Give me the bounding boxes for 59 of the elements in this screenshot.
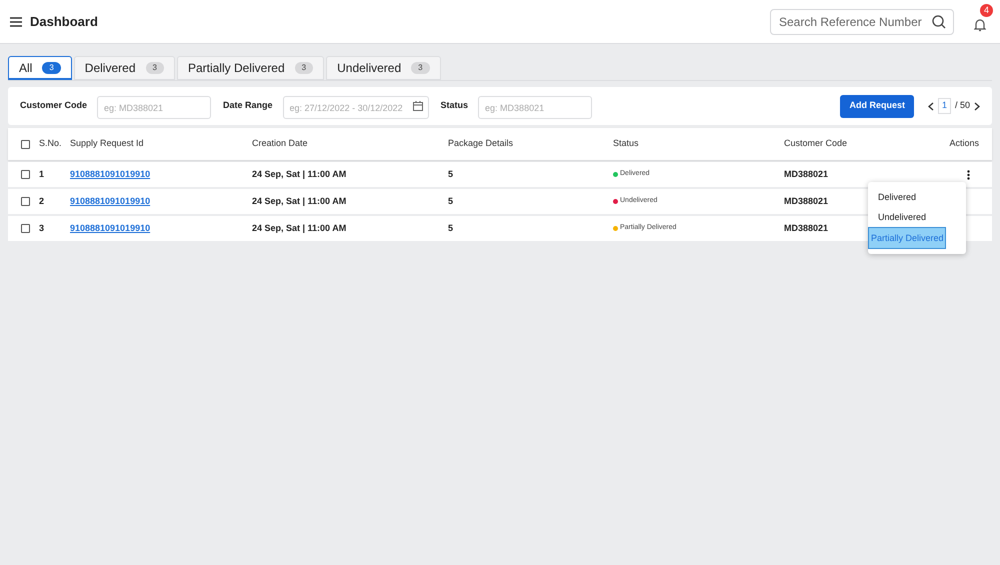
tab[interactable]: Partially Delivered 3 <box>176 56 324 80</box>
filter-label: Date Range <box>223 99 273 112</box>
menu-item[interactable]: Delivered <box>878 187 916 207</box>
filter-label: Status <box>440 99 468 112</box>
tab[interactable]: Undelivered 3 <box>326 56 441 80</box>
bell-icon[interactable] <box>974 18 986 32</box>
tab-label: All <box>19 60 32 76</box>
table-cell-text: 24 Sep, Sat | 11:00 AM <box>252 194 348 208</box>
table-cell: MD388021 <box>784 222 828 233</box>
column-header: Actions <box>948 137 979 150</box>
column-header: Customer Code <box>784 137 848 150</box>
menu-icon[interactable] <box>10 16 22 26</box>
add-request-button[interactable]: Add Request <box>840 94 914 118</box>
filter-label: Customer Code <box>20 99 88 112</box>
table-cell-text: 5 <box>448 194 454 208</box>
column-header: Supply Request Id <box>70 137 145 150</box>
request-id-link[interactable]: 9108881091019910 <box>70 196 150 206</box>
table-cell-text: 5 <box>448 168 454 181</box>
search-icon[interactable] <box>932 14 946 28</box>
count-badge: 3 <box>42 62 61 74</box>
table-cell: MD388021 <box>784 168 828 179</box>
count-badge: 3 <box>294 62 314 74</box>
checkbox[interactable] <box>21 170 30 179</box>
page-title: Dashboard <box>30 12 98 31</box>
filter-field[interactable]: eg: MD388021 <box>97 96 212 119</box>
page-total: / 50 <box>954 99 970 112</box>
filter-field[interactable]: eg: 27/12/2022 - 30/12/2022 <box>282 96 429 119</box>
more-icon[interactable] <box>967 170 970 180</box>
table-cell-text: 5 <box>448 222 454 235</box>
column-header: Package Details <box>448 137 514 150</box>
calendar-icon[interactable] <box>412 100 423 110</box>
search-field[interactable]: Search Reference Number <box>770 8 954 34</box>
notification-badge: 4 <box>980 4 994 16</box>
next-icon[interactable] <box>974 102 980 110</box>
tab-label: Undelivered <box>337 60 402 77</box>
table-cell-text: 1 <box>39 168 46 181</box>
filter-field[interactable]: eg: MD388021 <box>478 96 592 119</box>
checkbox[interactable] <box>21 224 30 233</box>
tab-label: Delivered <box>84 60 136 77</box>
request-id-link[interactable]: 9108881091019910 <box>70 222 150 233</box>
checkbox[interactable] <box>21 140 30 148</box>
column-header: Creation Date <box>252 137 309 150</box>
column-header: S.No. <box>39 137 63 150</box>
menu-item[interactable]: Undelivered <box>878 207 926 227</box>
request-id-link[interactable]: 9108881091019910 <box>70 168 150 179</box>
page-number-field[interactable]: 1 <box>938 98 951 114</box>
column-header: Status <box>613 137 640 150</box>
tab-label: Partially Delivered <box>188 60 285 77</box>
table-cell-text: 24 Sep, Sat | 11:00 AM <box>252 168 348 181</box>
table-cell-text: 24 Sep, Sat | 11:00 AM <box>252 222 348 235</box>
checkbox[interactable] <box>21 197 30 206</box>
count-badge: 3 <box>146 62 164 74</box>
table-cell-text: 3 <box>39 222 46 235</box>
tab[interactable]: All 3 <box>8 56 72 80</box>
table-cell: MD388021 <box>784 196 828 206</box>
count-badge: 3 <box>411 62 430 74</box>
tab[interactable]: Delivered 3 <box>74 56 175 80</box>
previous-icon[interactable] <box>928 102 934 110</box>
table-cell-text: 2 <box>39 194 46 208</box>
